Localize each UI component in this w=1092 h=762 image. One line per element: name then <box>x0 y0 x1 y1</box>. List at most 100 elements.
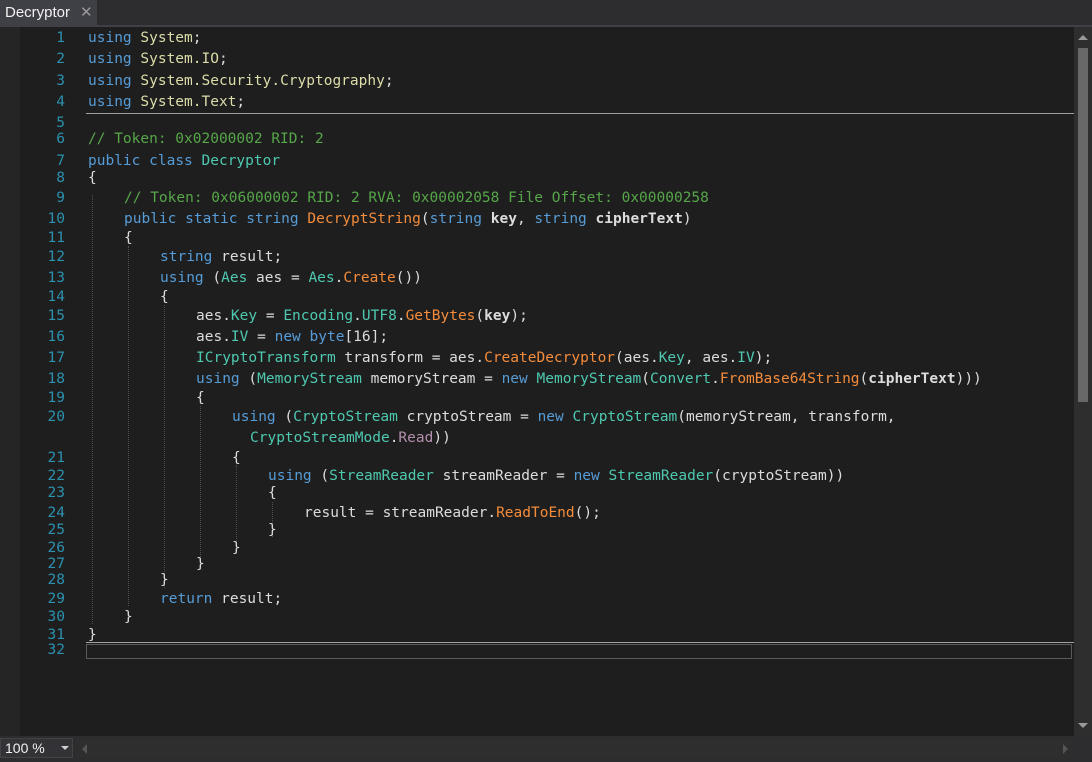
chevron-down-icon[interactable] <box>61 746 69 750</box>
text-token: { <box>88 170 97 186</box>
code-line: 15 aes.Key = Encoding.UTF8.GetBytes(key); <box>20 305 1074 327</box>
code-line: 16 aes.IV = new byte[16]; <box>20 326 1074 348</box>
code-text: // Token: 0x06000002 RID: 2 RVA: 0x00002… <box>124 187 709 209</box>
text-token: aes = <box>247 270 309 286</box>
kw-token: byte <box>309 329 345 345</box>
text-token: ()) <box>395 270 422 286</box>
code-line: 9 // Token: 0x06000002 RID: 2 RVA: 0x0000… <box>20 187 1074 209</box>
param-token: key <box>490 211 517 227</box>
enum-token: Read <box>398 430 434 446</box>
kw-token: new <box>501 371 528 387</box>
text-token: ( <box>275 409 294 425</box>
code-line: CryptoStreamMode.Read)) <box>20 427 1074 449</box>
code-line: 2 using System.IO; <box>20 48 1074 70</box>
text-token: (aes. <box>615 350 659 366</box>
horizontal-scrollbar[interactable] <box>76 739 1074 757</box>
property-token: Key <box>658 350 685 366</box>
text-token: , aes. <box>684 350 738 366</box>
code-text: ICryptoTransform transform = aes.CreateD… <box>196 347 772 369</box>
property-token: IV <box>737 350 755 366</box>
type-token: CryptoStream <box>572 409 678 425</box>
class-end-separator <box>86 642 1074 643</box>
line-number: 23 <box>47 485 65 501</box>
code-text: aes.Key = Encoding.UTF8.GetBytes(key); <box>196 305 528 327</box>
code-line: 12 string result; <box>20 246 1074 268</box>
text-token: ( <box>475 308 485 324</box>
tab-bar: Decryptor ✕ <box>0 0 1092 25</box>
type-token: Aes <box>308 270 335 286</box>
code-line: 17 ICryptoTransform transform = aes.Creat… <box>20 347 1074 369</box>
scroll-right-arrow-icon[interactable] <box>1063 744 1068 754</box>
line-number: 32 <box>47 642 65 658</box>
text-token: { <box>268 485 277 501</box>
text-token: memoryStream = <box>361 371 502 387</box>
line-number: 2 <box>56 51 65 67</box>
text-token: ( <box>859 371 869 387</box>
line-number: 1 <box>56 30 65 46</box>
line-number: 15 <box>47 308 65 324</box>
code-editor[interactable]: 1 using System; 2 using System.IO; 3 using Sy… <box>20 27 1074 736</box>
text-token: result; <box>212 591 283 607</box>
scrollbar-corner <box>1074 736 1092 762</box>
comment-token: // Token: 0x06000002 RID: 2 RVA: 0x00002… <box>124 190 709 206</box>
namespace-token: System <box>140 30 193 46</box>
kw-token: using <box>160 270 204 286</box>
line-number: 4 <box>56 94 65 110</box>
text-token: { <box>196 390 205 406</box>
code-line: 23 { <box>20 482 1074 504</box>
scroll-up-arrow-icon[interactable] <box>1078 35 1088 40</box>
code-text: using (CryptoStream cryptoStream = new C… <box>232 406 896 428</box>
tab-decryptor[interactable]: Decryptor ✕ <box>0 0 97 25</box>
text-token: { <box>160 289 169 305</box>
type-token: Encoding <box>283 308 354 324</box>
text-token: . <box>353 308 362 324</box>
zoom-dropdown[interactable]: 100 % <box>0 738 73 758</box>
code-line: 6 // Token: 0x02000002 RID: 2 <box>20 128 1074 150</box>
method-token: Create <box>343 270 396 286</box>
using-block-separator <box>86 113 1074 114</box>
param-token: cipherText <box>868 371 956 387</box>
text-token: ); <box>510 308 528 324</box>
text-token: cryptoStream = <box>397 409 538 425</box>
text-token: ; <box>218 51 228 67</box>
code-text: { <box>268 482 277 504</box>
kw-token: new <box>274 329 301 345</box>
line-number: 9 <box>56 190 65 206</box>
property-token: Key <box>230 308 258 324</box>
close-icon[interactable]: ✕ <box>80 3 93 21</box>
scroll-down-arrow-icon[interactable] <box>1078 723 1088 728</box>
vertical-scrollbar[interactable] <box>1074 27 1092 736</box>
text-token: , <box>516 211 535 227</box>
type-token: MemoryStream <box>257 371 362 387</box>
code-line: 20 using (CryptoStream cryptoStream = new… <box>20 406 1074 428</box>
kw-token: using <box>88 94 132 110</box>
text-token: ( <box>239 371 258 387</box>
text-token: } <box>160 572 169 588</box>
text-token: ; <box>192 30 202 46</box>
text-token: { <box>124 230 133 246</box>
type-token: MemoryStream <box>536 371 642 387</box>
text-token: } <box>124 609 133 625</box>
method-token: FromBase64String <box>719 371 860 387</box>
scroll-left-arrow-icon[interactable] <box>82 744 87 754</box>
text-token: aes. <box>196 308 231 324</box>
line-number: 16 <box>47 329 65 345</box>
property-token: UTF8 <box>361 308 397 324</box>
zoom-value: 100 % <box>5 740 45 756</box>
vertical-scroll-thumb[interactable] <box>1078 48 1088 402</box>
status-bar: 100 % <box>0 736 1092 762</box>
kw-token: string <box>160 249 213 265</box>
text-token: (memoryStream, transform, <box>677 409 896 425</box>
line-number: 6 <box>56 131 65 147</box>
line-number: 12 <box>47 249 65 265</box>
text-token: ; <box>236 94 246 110</box>
text-token: ) <box>682 211 692 227</box>
type-token: CryptoStreamMode <box>250 430 390 446</box>
kw-token: string <box>246 211 299 227</box>
code-line: 1 using System; <box>20 27 1074 49</box>
